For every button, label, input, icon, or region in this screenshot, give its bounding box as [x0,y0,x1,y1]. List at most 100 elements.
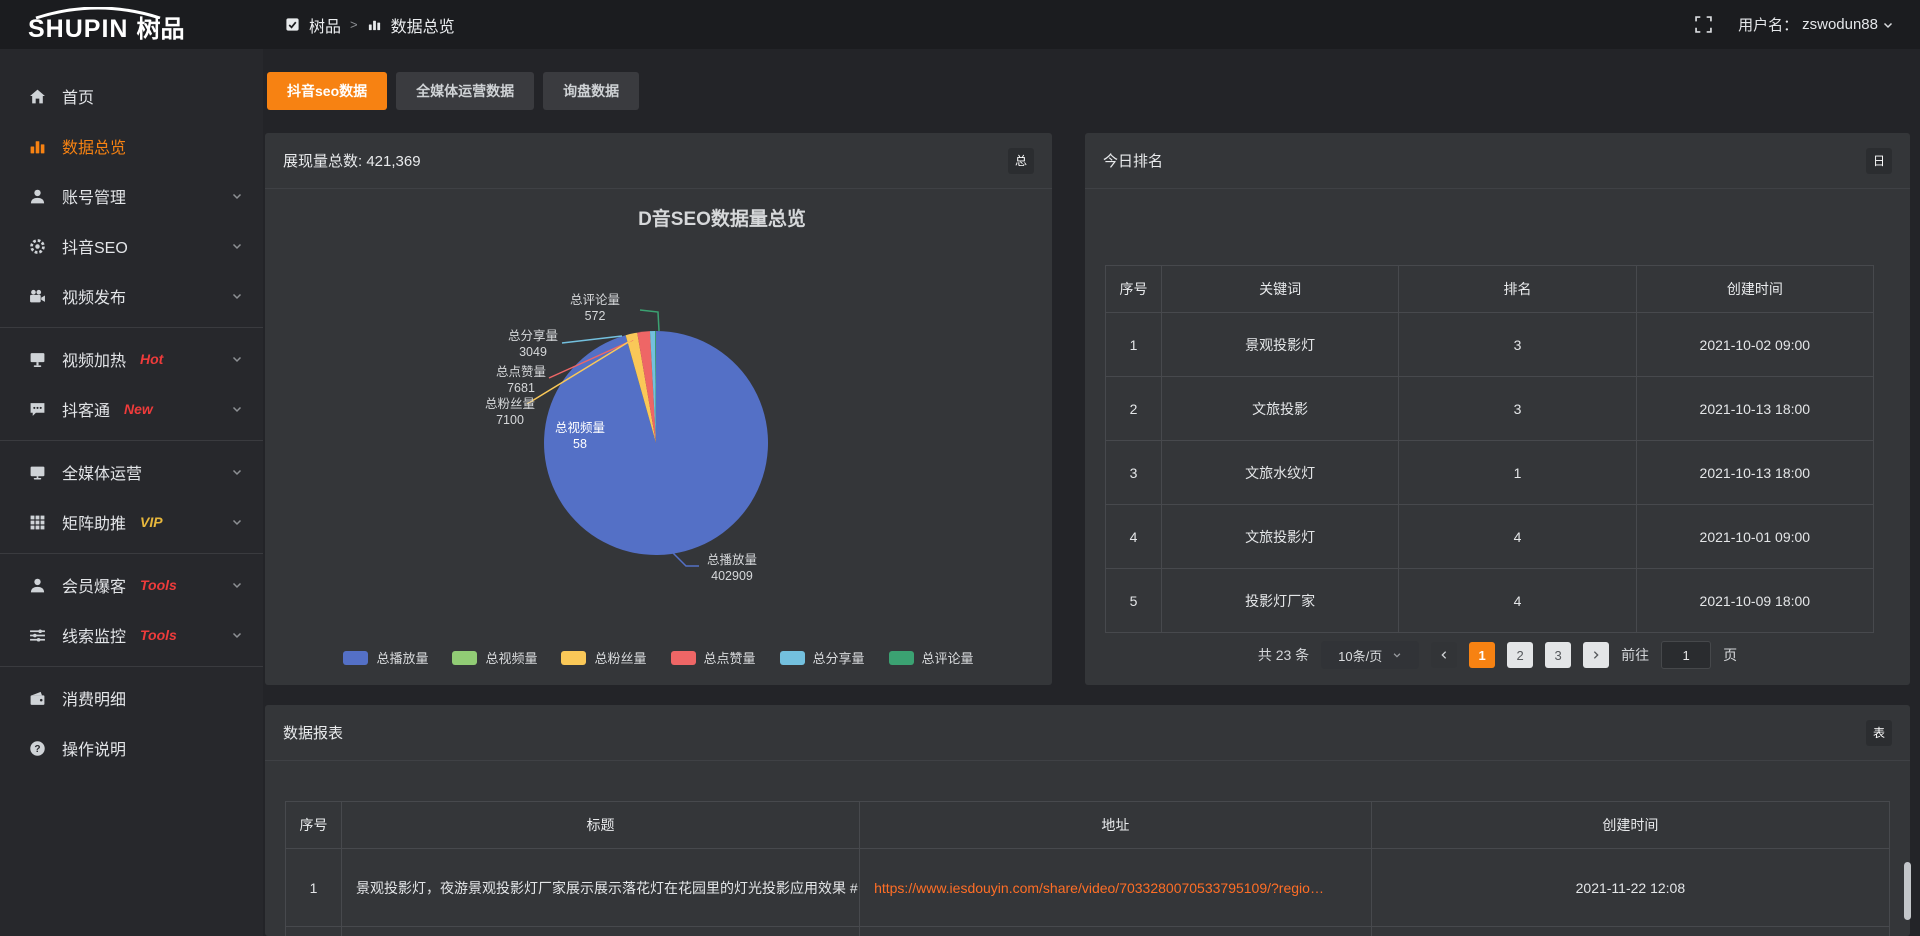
daily-view-button[interactable]: 日 [1866,148,1892,174]
goto-label: 前往 [1621,645,1649,665]
question-circle-icon: ? [28,739,46,757]
legend-swatch [671,651,696,665]
page-size-select[interactable]: 10条/页 [1321,641,1419,669]
sidebar-divider [0,440,263,441]
total-view-button[interactable]: 总 [1008,148,1034,174]
sidebar-item-label: 数据总览 [62,134,126,158]
sidebar-item-leads-monitor[interactable]: 线索监控 Tools [0,610,263,660]
grid-icon [28,513,46,531]
sidebar-item-label: 全媒体运营 [62,460,142,484]
fullscreen-icon[interactable] [1695,16,1712,33]
sidebar-item-home[interactable]: 首页 [0,71,263,121]
sidebar-item-consumption[interactable]: 消费明细 [0,673,263,723]
sidebar-divider [0,553,263,554]
pie-label-comments: 总评论量572 [552,292,638,324]
username: zswodun88 [1802,16,1878,33]
page-scrollbar[interactable] [1904,862,1911,920]
table-header-row: 序号 关键词 排名 创建时间 [1106,266,1874,313]
chevron-down-icon [231,403,243,415]
chart-legend: 总播放量 总视频量 总粉丝量 总点赞量 总分享量 总评论量 [265,648,1052,667]
sidebar-item-label: 操作说明 [62,736,126,760]
tab-media-ops[interactable]: 全媒体运营数据 [396,72,534,110]
sidebar-item-label: 视频发布 [62,284,126,308]
sidebar-divider [0,327,263,328]
chevron-right-icon [1591,650,1601,660]
legend-item[interactable]: 总播放量 [343,648,428,667]
report-panel: 数据报表 表 序号 标题 地址 创建时间 1 景观投影灯，夜游景观投影灯 [265,705,1910,936]
page-button-2[interactable]: 2 [1507,642,1533,668]
table-row: 3文旅水纹灯12021-10-13 18:00 [1106,441,1874,505]
ranking-title: 今日排名 [1103,150,1163,171]
sidebar-item-label: 矩阵助推 [62,510,126,534]
tools-badge: Tools [140,577,177,593]
hot-badge: Hot [140,351,163,367]
legend-swatch [561,651,586,665]
chevron-down-icon [231,466,243,478]
pie-label-plays: 总播放量402909 [689,552,775,584]
legend-item[interactable]: 总分享量 [780,648,865,667]
legend-item[interactable]: 总点赞量 [671,648,756,667]
app-logo: SHUPIN 树品 [0,7,263,42]
sidebar-item-douyin-seo[interactable]: 抖音SEO [0,221,263,271]
legend-swatch [343,651,368,665]
report-link[interactable]: https://www.iesdouyin.com/share/video/70… [874,880,1324,896]
next-page-button[interactable] [1583,642,1609,668]
top-bar: SHUPIN 树品 树品 > 数据总览 用户名：zswodun88 [0,0,1920,49]
sidebar-item-media-ops[interactable]: 全媒体运营 [0,447,263,497]
chevron-left-icon [1439,650,1449,660]
breadcrumb-root[interactable]: 树品 [309,13,341,37]
table-view-button[interactable]: 表 [1866,720,1892,746]
sidebar-item-matrix-boost[interactable]: 矩阵助推 VIP [0,497,263,547]
sidebar-item-label: 视频加热 [62,347,126,371]
sidebar-item-label: 抖音SEO [62,234,128,258]
sidebar-item-account[interactable]: 账号管理 [0,171,263,221]
report-title: 数据报表 [283,722,343,743]
chevron-down-icon [231,629,243,641]
app-icon [285,17,300,32]
legend-swatch [452,651,477,665]
pagination-total: 共 23 条 [1258,645,1309,665]
report-table: 序号 标题 地址 创建时间 1 景观投影灯，夜游景观投影灯厂家展示展示落花灯在花… [285,801,1890,936]
svg-text:?: ? [34,744,40,755]
prev-page-button[interactable] [1431,642,1457,668]
sidebar-item-doukertong[interactable]: 抖客通 New [0,384,263,434]
logo-text-cn: 树品 [136,18,184,42]
vip-badge: VIP [140,514,163,530]
sidebar-item-member-burst[interactable]: 会员爆客 Tools [0,560,263,610]
chevron-down-icon [231,240,243,252]
legend-item[interactable]: 总粉丝量 [561,648,646,667]
pie-label-shares: 总分享量3049 [490,328,576,360]
ranking-panel: 今日排名 日 序号 关键词 排名 创建时间 1景观投影灯32021-10-02 … [1085,133,1910,685]
sidebar-item-data-overview[interactable]: 数据总览 [0,121,263,171]
table-header-row: 序号 标题 地址 创建时间 [286,802,1890,849]
chevron-down-icon [231,516,243,528]
wallet-icon [28,689,46,707]
table-row: 4文旅投影灯42021-10-01 09:00 [1106,505,1874,569]
sidebar-item-label: 抖客通 [62,397,110,421]
page-button-1[interactable]: 1 [1469,642,1495,668]
pagination: 共 23 条 10条/页 1 2 3 前往 页 [1085,641,1910,669]
table-row [286,927,1890,936]
legend-item[interactable]: 总视频量 [452,648,537,667]
tools-badge: Tools [140,627,177,643]
sidebar-item-label: 消费明细 [62,686,126,710]
legend-item[interactable]: 总评论量 [889,648,974,667]
table-row: 5投影灯厂家42021-10-09 18:00 [1106,569,1874,633]
tab-douyin-seo[interactable]: 抖音seo数据 [267,72,387,110]
page-button-3[interactable]: 3 [1545,642,1571,668]
user-menu[interactable]: 用户名：zswodun88 [1738,14,1894,35]
chevron-down-icon [231,190,243,202]
sidebar-item-video-publish[interactable]: 视频发布 [0,271,263,321]
goto-page-input[interactable] [1661,641,1711,669]
sidebar-item-video-heat[interactable]: 视频加热 Hot [0,334,263,384]
sidebar-item-help[interactable]: ? 操作说明 [0,723,263,773]
breadcrumb: 树品 > 数据总览 [285,13,455,37]
pie-label-likes: 总点赞量7681 [478,364,564,396]
chevron-down-icon [231,579,243,591]
tab-inquiry[interactable]: 询盘数据 [543,72,639,110]
goto-unit: 页 [1723,645,1737,665]
impressions-total: 展现量总数: 421,369 [283,150,421,171]
chart-icon [367,17,382,32]
chevron-down-icon [231,353,243,365]
overview-panel: 展现量总数: 421,369 总 D音SEO数据量总览 总评论量572 总分享量… [265,133,1052,685]
